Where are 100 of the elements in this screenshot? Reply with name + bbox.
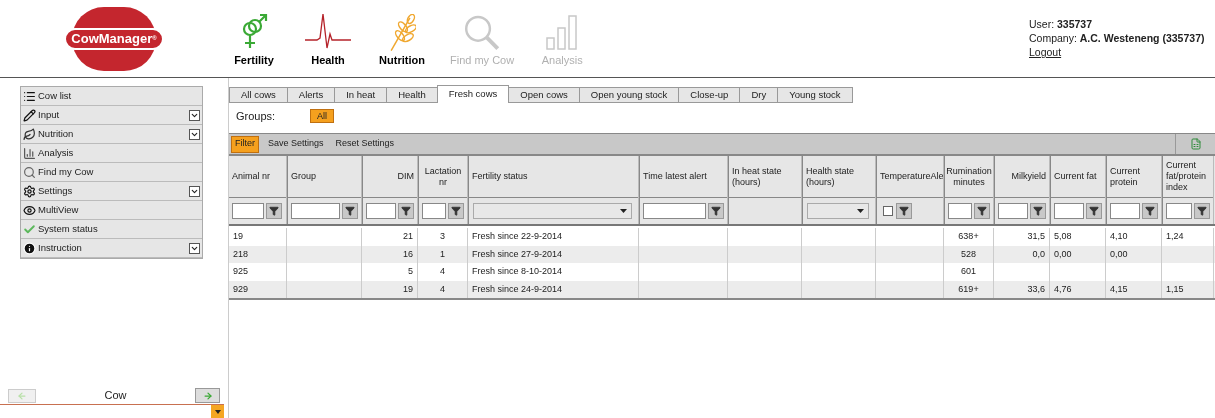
expand-button[interactable]: [189, 185, 200, 197]
column-header[interactable]: Milkyield: [995, 156, 1049, 198]
menu-item[interactable]: System status: [21, 220, 202, 239]
filter-button[interactable]: [1194, 203, 1210, 219]
filter-icon: [451, 206, 461, 216]
filter-icon: [1197, 206, 1207, 216]
cow-select-field[interactable]: [0, 404, 224, 418]
filter-field[interactable]: [948, 203, 972, 219]
filter-field[interactable]: [422, 203, 446, 219]
eye-icon: [23, 203, 36, 217]
filter-icon: [345, 206, 355, 216]
column-header[interactable]: Current fat/protein index: [1163, 156, 1213, 198]
menu-item[interactable]: Nutrition: [21, 125, 202, 144]
table-cell: 5,08: [1050, 228, 1106, 246]
filter-button[interactable]: [896, 203, 912, 219]
filter-field[interactable]: [291, 203, 340, 219]
menu-item[interactable]: Input: [21, 106, 202, 125]
table-cell: 4,10: [1106, 228, 1162, 246]
menu-item[interactable]: Analysis: [21, 144, 202, 163]
column-header[interactable]: TemperatureAle: [877, 156, 943, 198]
tab[interactable]: Health: [386, 87, 438, 103]
filter-button[interactable]: [342, 203, 358, 219]
column-header[interactable]: Lactation nr: [419, 156, 467, 198]
bar-chart-icon: [545, 14, 580, 50]
arrow-left-icon: [17, 390, 27, 401]
column-header[interactable]: DIM: [363, 156, 417, 198]
leaf-icon: [23, 127, 36, 141]
filter-field[interactable]: [232, 203, 264, 219]
table-cell: 619+: [944, 280, 994, 298]
tab[interactable]: Alerts: [286, 87, 336, 103]
tab[interactable]: In heat: [334, 87, 388, 103]
filter-button[interactable]: [1030, 203, 1046, 219]
expand-button[interactable]: [189, 109, 200, 121]
filter-button[interactable]: [398, 203, 414, 219]
filter-button[interactable]: [974, 203, 990, 219]
gear-icon: [23, 184, 36, 198]
table-cell: 638+: [944, 228, 994, 246]
filter-field[interactable]: [643, 203, 706, 219]
table-cell: 3: [418, 228, 468, 246]
tab[interactable]: Open cows: [508, 87, 580, 103]
arrow-right-icon: [202, 390, 213, 401]
caret-icon: [857, 209, 864, 213]
column-header[interactable]: Rumination minutes: [945, 156, 993, 198]
column-header[interactable]: Current protein: [1107, 156, 1161, 198]
tab[interactable]: Close-up: [678, 87, 741, 103]
filter-field[interactable]: [998, 203, 1028, 219]
search-icon: [23, 165, 36, 179]
cow-label: Cow: [103, 388, 128, 404]
filter-button[interactable]: [708, 203, 724, 219]
nav-item[interactable]: Health: [302, 14, 354, 68]
tab[interactable]: Open young stock: [578, 87, 680, 103]
menu-item[interactable]: Cow list: [21, 87, 202, 106]
table-cell: 4,76: [1050, 280, 1106, 298]
tab[interactable]: Young stock: [777, 87, 853, 103]
wheat-icon: [388, 14, 416, 52]
column-header[interactable]: Time latest alert: [640, 156, 727, 198]
filter-field[interactable]: [1054, 203, 1084, 219]
expand-button[interactable]: [189, 128, 200, 140]
column-header[interactable]: Current fat: [1051, 156, 1105, 198]
logout-link[interactable]: Logout: [1029, 46, 1062, 58]
nav-item[interactable]: Nutrition: [376, 14, 428, 68]
filter-icon: [1145, 206, 1155, 216]
filter-field[interactable]: [366, 203, 396, 219]
group-button[interactable]: All: [310, 109, 334, 123]
groups-label: Groups:: [236, 108, 277, 124]
pencil-icon: [23, 108, 36, 122]
expand-button[interactable]: [189, 242, 200, 254]
table-cell: 19: [362, 280, 418, 298]
table-cell: Fresh since 24-9-2014: [468, 280, 639, 298]
user-info: User: 335737: [1029, 17, 1094, 31]
nav-item[interactable]: Fertility: [228, 14, 280, 68]
menu-item[interactable]: Find my Cow: [21, 163, 202, 182]
table-cell: 4: [418, 280, 468, 298]
filter-button[interactable]: [1142, 203, 1158, 219]
column-header[interactable]: Group: [288, 156, 361, 198]
filter-button[interactable]: [448, 203, 464, 219]
table-cell: Fresh since 8-10-2014: [468, 263, 639, 281]
column-header[interactable]: Fertility status: [469, 156, 638, 198]
tab[interactable]: All cows: [229, 87, 288, 103]
table-cell: 21: [362, 228, 418, 246]
filter-icon: [711, 206, 721, 216]
filter-button[interactable]: [266, 203, 282, 219]
toolbar-button[interactable]: Filter: [231, 135, 259, 153]
toolbar-button[interactable]: Save Settings: [265, 135, 327, 153]
menu-item[interactable]: Settings: [21, 182, 202, 201]
column-header[interactable]: Animal nr: [229, 156, 286, 198]
menu-item[interactable]: MultiView: [21, 201, 202, 220]
menu-item[interactable]: Instruction: [21, 239, 202, 258]
tab[interactable]: Dry: [739, 87, 779, 103]
toolbar-button[interactable]: Reset Settings: [332, 135, 398, 153]
table-cell: 601: [944, 263, 994, 281]
column-header[interactable]: Health state (hours): [803, 156, 875, 198]
column-header[interactable]: In heat state (hours): [729, 156, 801, 198]
filter-checkbox[interactable]: [883, 206, 893, 216]
table-cell: 5: [362, 263, 418, 281]
filter-icon: [1033, 206, 1043, 216]
filter-field[interactable]: [1166, 203, 1192, 219]
filter-field[interactable]: [1110, 203, 1140, 219]
bar-chart-icon: [23, 146, 36, 160]
filter-button[interactable]: [1086, 203, 1102, 219]
